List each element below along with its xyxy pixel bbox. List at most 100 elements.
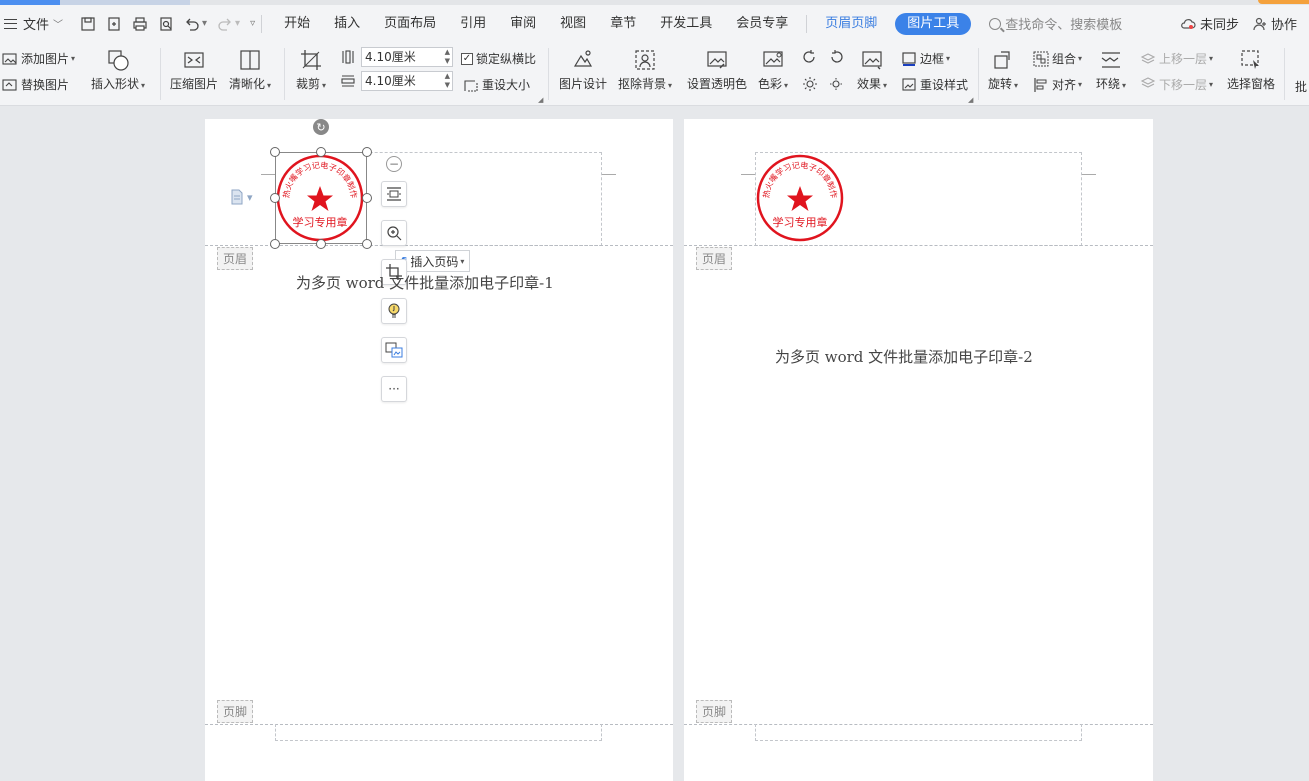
sync-status-button[interactable]: 未同步 — [1180, 14, 1239, 33]
tab-references[interactable]: 引用 — [448, 5, 498, 42]
resize-handle-w[interactable] — [270, 193, 280, 203]
rotate-left-button[interactable] — [802, 49, 821, 65]
color-label: 色彩 — [758, 77, 783, 91]
rotate-handle-icon[interactable]: ↻ — [313, 119, 329, 135]
height-input[interactable]: 4.10厘米 ▲ ▼ — [361, 47, 453, 67]
align-button[interactable]: 对齐 ▾ — [1033, 76, 1082, 93]
print-preview-icon[interactable] — [158, 16, 174, 32]
align-icon — [1033, 77, 1049, 93]
collapse-toolbar-icon[interactable]: − — [386, 156, 402, 172]
resize-handle-sw[interactable] — [270, 239, 280, 249]
insert-shape-button[interactable]: 插入形状 ▾ — [91, 48, 145, 92]
align-label: 对齐 — [1052, 78, 1077, 92]
footer-region[interactable] — [275, 724, 602, 741]
crop-button[interactable]: 裁剪 ▾ — [296, 48, 326, 92]
tab-picture-tools[interactable]: 图片工具 — [895, 12, 972, 35]
selection-pane-button[interactable]: 选择窗格 — [1227, 48, 1275, 92]
resize-handle-e[interactable] — [362, 193, 372, 203]
color-button[interactable]: 色彩 ▾ — [758, 48, 788, 92]
more-options-button[interactable]: ··· — [381, 376, 407, 402]
tab-sections[interactable]: 章节 — [598, 5, 648, 42]
dialog-launcher-icon[interactable]: ◢ — [968, 96, 973, 104]
border-button[interactable]: 边框 ▾ — [901, 50, 950, 67]
page-body-text[interactable]: 为多页 word 文件批量添加电子印章-2 — [775, 346, 1033, 367]
spinner-icon[interactable]: ▲ ▼ — [445, 72, 450, 90]
print-icon[interactable] — [132, 16, 148, 32]
header-boundary — [684, 245, 1153, 246]
tab-home[interactable]: 开始 — [272, 5, 322, 42]
resize-handle-ne[interactable] — [362, 147, 372, 157]
collaborate-button[interactable]: 协作 — [1253, 14, 1297, 33]
compress-picture-button[interactable]: 压缩图片 — [170, 48, 218, 92]
tab-header-footer[interactable]: 页眉页脚 — [813, 5, 889, 42]
bring-forward-button[interactable]: 上移一层 ▾ — [1140, 50, 1213, 67]
lock-ratio-checkbox[interactable]: ✓ 锁定纵横比 — [461, 50, 536, 67]
batch-button[interactable]: 批 — [1295, 78, 1307, 95]
add-picture-icon — [2, 51, 18, 67]
remove-background-label: 抠除背景 — [618, 77, 667, 91]
insert-page-number-label: 插入页码 — [410, 254, 459, 269]
spinner-icon[interactable]: ▲ ▼ — [445, 48, 450, 66]
redo-dropdown-icon[interactable]: ▾ — [235, 18, 240, 29]
stamp-center-text: 学习专用章 — [773, 215, 828, 229]
document-page-2[interactable]: 页眉 热火嘴学习记电子印章制作 学习专用章 为多页 word 文件批量添加电子印… — [684, 119, 1153, 781]
margin-mark — [1082, 174, 1096, 175]
ribbon-tabs: 开始 插入 页面布局 引用 审阅 视图 章节 开发工具 会员专享 页眉页脚 图片… — [272, 5, 972, 42]
reset-size-icon — [463, 77, 479, 93]
resize-handle-nw[interactable] — [270, 147, 280, 157]
redo-icon[interactable] — [217, 16, 233, 32]
caret-icon: ▾ — [668, 81, 673, 90]
reset-style-button[interactable]: 重设样式 — [901, 76, 968, 93]
remove-background-button[interactable]: 抠除背景 ▾ — [618, 48, 672, 92]
tab-review[interactable]: 审阅 — [498, 5, 548, 42]
dialog-launcher-icon[interactable]: ◢ — [538, 96, 543, 104]
undo-dropdown-icon[interactable]: ▾ — [202, 18, 207, 29]
send-backward-button[interactable]: 下移一层 ▾ — [1140, 76, 1213, 93]
customize-toolbar-icon[interactable]: ▿ — [250, 18, 255, 29]
document-page-1[interactable]: 页眉 ▾ 热火嘴学习记电子印章制作 学习专用章 ↻ − 插入页码 ▾ ··· 为… — [205, 119, 673, 781]
more-icon: ··· — [388, 382, 400, 396]
save-icon[interactable] — [80, 16, 96, 32]
effects-button[interactable]: 效果 ▾ — [857, 48, 887, 92]
picture-design-button[interactable]: 图片设计 — [559, 48, 607, 92]
undo-icon[interactable] — [184, 16, 200, 32]
header-tag: 页眉 — [217, 247, 254, 270]
export-pdf-icon[interactable] — [106, 16, 122, 32]
sharpen-button[interactable]: 清晰化 ▾ — [229, 48, 271, 92]
replace-picture-button[interactable]: 替换图片 — [2, 76, 69, 93]
brightness-down-button[interactable] — [828, 76, 847, 92]
tab-developer[interactable]: 开发工具 — [648, 5, 724, 42]
page-body-text[interactable]: 为多页 word 文件批量添加电子印章-1 — [296, 272, 554, 293]
set-transparent-color-button[interactable]: 设置透明色 — [687, 48, 747, 92]
change-picture-button[interactable] — [381, 337, 407, 363]
effects-label: 效果 — [857, 77, 882, 91]
stamp-svg: 热火嘴学习记电子印章制作 学习专用章 — [756, 154, 844, 242]
resize-handle-s[interactable] — [316, 239, 326, 249]
rotate-right-button[interactable] — [828, 49, 847, 65]
upgrade-badge[interactable] — [1258, 0, 1309, 4]
brightness-up-button[interactable] — [802, 76, 821, 92]
add-picture-button[interactable]: 添加图片 ▾ — [2, 50, 75, 67]
width-input[interactable]: 4.10厘米 ▲ ▼ — [361, 71, 453, 91]
rotate-button[interactable]: 旋转 ▾ — [988, 48, 1018, 92]
chevron-down-icon: ▾ — [247, 190, 253, 204]
group-button[interactable]: 组合 ▾ — [1033, 50, 1082, 67]
electronic-stamp-image[interactable]: 热火嘴学习记电子印章制作 学习专用章 — [755, 153, 845, 243]
tab-membership[interactable]: 会员专享 — [724, 5, 800, 42]
resize-handle-n[interactable] — [316, 147, 326, 157]
tab-view[interactable]: 视图 — [548, 5, 598, 42]
batch-label: 批 — [1295, 80, 1308, 94]
reset-size-button[interactable]: 重设大小 — [463, 76, 530, 93]
command-search[interactable]: 查找命令、搜索模板 — [989, 14, 1122, 33]
zoom-button[interactable] — [381, 220, 407, 246]
resize-handle-se[interactable] — [362, 239, 372, 249]
smart-tip-button[interactable] — [381, 298, 407, 324]
layout-options-icon — [387, 187, 401, 201]
footer-region[interactable] — [755, 724, 1082, 741]
layout-options-button[interactable] — [381, 181, 407, 207]
file-menu-button[interactable]: 文件 ﹀ — [0, 5, 72, 42]
tab-page-layout[interactable]: 页面布局 — [372, 5, 448, 42]
tab-insert[interactable]: 插入 — [322, 5, 372, 42]
wrap-text-button[interactable]: 环绕 ▾ — [1096, 48, 1126, 92]
document-icon[interactable]: ▾ — [230, 189, 253, 205]
